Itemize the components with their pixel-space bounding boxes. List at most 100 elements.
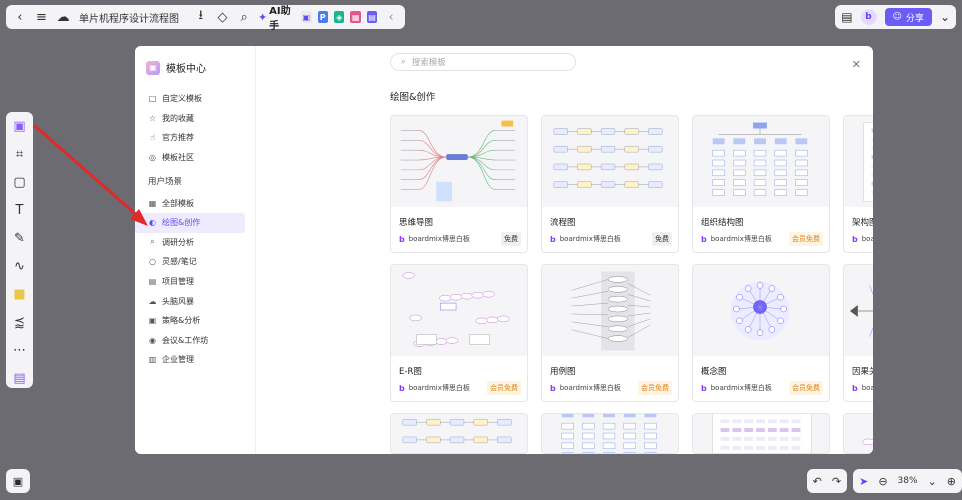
more-tools-icon[interactable]: ⋯ [11,340,29,360]
sidebar-scene-list: ▦ 全部模板 ◐ 绘图&创作 ⌕ 调研分析 ○ 灵感/笔记 ▤ 项目管理 ☁ 头脑风暴 ▣ 策略&分析 ◉ 会… [135,193,255,369]
template-card[interactable]: E-R图 b boardmix博思白板 会员免费 [390,264,528,402]
select-mode-icon[interactable]: ➤ [859,475,868,488]
template-footer: b boardmix博思白板 免费 [399,232,521,246]
zoom-in-icon[interactable]: ⊕ [947,475,956,488]
sidebar-item-label: 头脑风暴 [162,296,194,306]
top-right-tools: ▤ b ☺ 分享 ⌄ [835,5,956,29]
template-name: 架构图 [852,218,873,228]
sidebar-item[interactable]: ⌕ 调研分析 [135,233,245,253]
app-icon-1[interactable]: ▣ [301,11,312,23]
template-card[interactable]: 用例图 b boardmix博思白板 会员免费 [541,264,679,402]
sidebar-top-list: □ 自定义模板 ☆ 我的收藏 ☝ 官方推荐 ◎ 模板社区 [135,89,255,167]
template-sidebar: ▣ 模板中心 □ 自定义模板 ☆ 我的收藏 ☝ 官方推荐 ◎ 模板社区 用户场景 ▦ 全部模板 ◐… [135,46,256,454]
template-thumbnail [693,116,829,207]
left-toolbar: ▣ ⌗ ▢ T ✎ ∿ ■ ⪷ ⋯ ▤ [6,112,33,388]
price-badge: 会员免费 [487,381,521,395]
pen-tool-icon[interactable]: ✎ [11,228,29,248]
app-icon-p[interactable]: P [317,11,328,23]
app-icon-3[interactable]: ◈ [333,11,345,23]
app-icon-5[interactable]: ▤ [366,11,378,23]
sidebar-item[interactable]: ◉ 会议&工作坊 [135,331,245,351]
sidebar-item[interactable]: ▣ 策略&分析 [135,311,245,331]
strategy-icon: ▣ [148,316,157,326]
sidebar-item[interactable]: ◐ 绘图&创作 [135,212,245,233]
shape-tool-icon[interactable]: ▢ [11,172,29,192]
avatar[interactable]: b [860,9,877,25]
sidebar-item-label: 模板社区 [162,153,194,163]
sidebar-item-label: 官方推荐 [162,133,194,143]
research-icon: ⌕ [150,237,155,247]
template-card[interactable]: 流程图 b boardmix博思白板 免费 [541,115,679,253]
briefcase-icon[interactable]: ▤ [841,10,852,24]
undo-icon[interactable]: ↶ [813,475,822,488]
zoom-out-icon[interactable]: ⊖ [878,475,887,488]
collapse-icon[interactable]: ‹ [383,8,399,26]
sidebar-item[interactable]: ▦ 全部模板 [135,193,245,213]
zoom-dropdown-icon[interactable]: ⌄ [928,475,937,488]
boardmix-logo-icon: b [701,383,707,393]
redo-icon[interactable]: ↷ [832,475,841,488]
template-card[interactable] [541,413,679,454]
meeting-icon: ◉ [149,335,156,345]
template-card[interactable]: 概念图 b boardmix博思白板 会员免费 [692,264,830,402]
template-footer: bboardmix博思白板 会员免费 [399,381,521,395]
tag-icon[interactable]: ◇ [215,8,231,26]
ai-label: AI助手 [269,6,291,32]
author-name: boardmix博思白板 [408,384,470,392]
boardmix-logo-icon: b [852,234,858,244]
search-icon[interactable]: ⌕ [236,8,252,26]
author-name: boardmix博思白板 [408,235,470,243]
template-center-logo-icon: ▣ [146,60,160,75]
palette-icon: ◐ [149,218,156,228]
template-card[interactable]: 组织结构图 b boardmix博思白板 会员免费 [692,115,830,253]
template-author: bboardmix博思白板 [852,234,873,244]
template-thumbnail [542,414,678,453]
zoom-level[interactable]: 38% [898,476,918,486]
sidebar-item[interactable]: ▥ 企业管理 [135,350,245,370]
template-card[interactable]: 思维导图 b boardmix博思白板 免费 [390,115,528,253]
template-card[interactable] [843,413,873,454]
author-name: boardmix博思白板 [861,235,873,243]
sidebar-item-label: 企业管理 [162,355,194,365]
ai-assistant-button[interactable]: ✦ AI助手 [258,2,295,32]
sidebar-item[interactable]: ☝ 官方推荐 [135,128,245,148]
menu-icon[interactable]: ≡ [34,8,50,26]
sidebar-item[interactable]: ◎ 模板社区 [135,148,245,168]
share-button[interactable]: ☺ 分享 [884,8,932,26]
search-placeholder: 搜索模板 [411,58,446,68]
text-tool-icon[interactable]: T [11,200,29,220]
template-author: bboardmix博思白板 [701,234,772,244]
search-icon: ⌕ [401,57,406,67]
template-author: bboardmix博思白板 [550,383,621,393]
mindmap-tool-icon[interactable]: ⪷ [11,312,29,332]
template-thumbnail [844,265,873,356]
template-card[interactable] [692,413,830,454]
sidebar-item-label: 策略&分析 [162,316,201,326]
sticky-note-icon[interactable]: ■ [11,284,29,304]
search-input[interactable]: ⌕ 搜索模板 [390,53,576,71]
app-icon-4[interactable]: ▦ [350,11,361,23]
board-title[interactable]: 单片机程序设计流程图 [79,10,179,25]
sidebar-item[interactable]: ▤ 项目管理 [135,272,245,292]
chevron-down-icon[interactable]: ⌄ [940,10,950,24]
sidebar-item[interactable]: ☁ 头脑风暴 [135,291,245,311]
template-thumbnail [542,265,678,356]
sidebar-item[interactable]: □ 自定义模板 [135,89,245,109]
back-icon[interactable]: ‹ [12,8,28,26]
top-toolbar: ‹ ≡ ☁ 单片机程序设计流程图 ⭳ ◇ ⌕ ✦ AI助手 ▣ P ◈ ▦ ▤ ‹ [6,2,405,32]
sidebar-item[interactable]: ○ 灵感/笔记 [135,252,245,272]
template-card[interactable] [390,413,528,454]
download-icon[interactable]: ⭳ [193,8,209,26]
sidebar-item[interactable]: ☆ 我的收藏 [135,109,245,129]
template-card[interactable]: 因果关系（鱼骨）图 bboardmix博思白板会员免费 [843,264,873,402]
frame-tool-icon[interactable]: ⌗ [11,144,29,164]
template-card[interactable]: 架构图 bboardmix博思白板会员免费 [843,115,873,253]
boardmix-logo-icon: b [852,383,858,393]
sidebar-item-label: 项目管理 [162,277,194,287]
sidebar-item-label: 全部模板 [162,198,194,208]
close-icon[interactable]: ✕ [852,58,861,71]
minimap-button[interactable]: ▣ [6,469,30,493]
apps-tool-icon[interactable]: ▤ [11,368,29,388]
connector-tool-icon[interactable]: ∿ [11,256,29,276]
template-tool-icon[interactable]: ▣ [11,116,29,136]
